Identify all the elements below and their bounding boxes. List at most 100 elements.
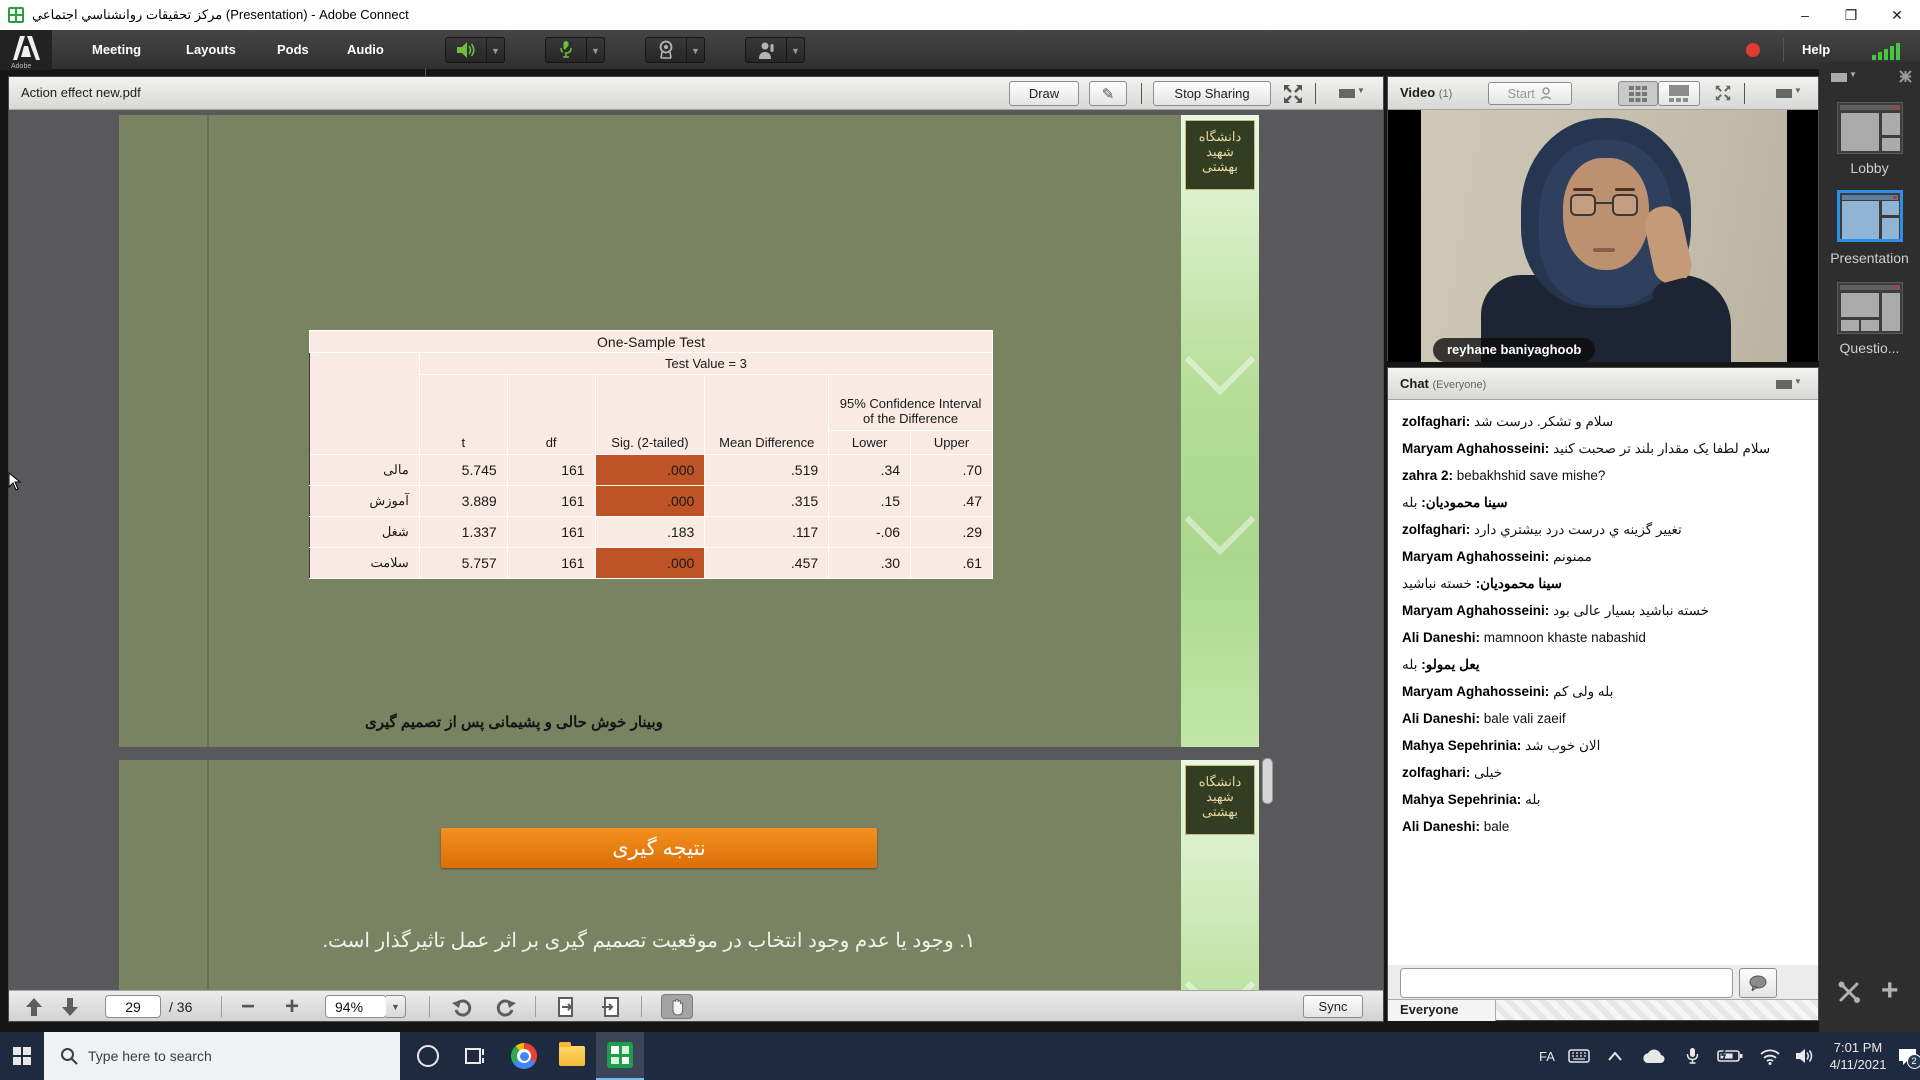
cell-t: 3.889 — [419, 486, 507, 517]
zoom-level-select[interactable]: 94% — [325, 995, 387, 1018]
video-fullscreen-icon[interactable] — [1714, 84, 1732, 107]
chat-input[interactable] — [1400, 968, 1733, 998]
grid-view-button[interactable] — [1618, 81, 1658, 106]
fit-page-button[interactable] — [557, 995, 575, 1018]
university-logo: دانشگاهشهیدبهشتی — [1185, 120, 1255, 190]
chat-message-list[interactable]: zolfaghari: سلام و تشکر. درست شد Maryam A… — [1388, 400, 1818, 965]
presentation-scrollbar[interactable] — [1262, 758, 1273, 804]
action-center-icon[interactable]: 2 — [1894, 1032, 1920, 1080]
stop-sharing-button[interactable]: Stop Sharing — [1153, 81, 1271, 106]
sync-button[interactable]: Sync — [1303, 995, 1363, 1018]
tray-expand-chevron[interactable] — [1600, 1032, 1630, 1080]
chat-pod-title: Chat — [1400, 376, 1429, 391]
chat-message: zolfaghari: تغییر گزینه ي درست درد بیشتر… — [1402, 521, 1804, 538]
pod-menu-icon[interactable]: ▼ — [1339, 86, 1365, 100]
cell-df: 161 — [507, 548, 595, 579]
status-button[interactable] — [745, 37, 787, 63]
chat-sender: سینا محمودیان: — [1421, 495, 1507, 510]
conclusion-line: ۱. وجود یا عدم وجود انتخاب در موقعیت تصم… — [129, 928, 1169, 953]
task-view-icon[interactable] — [452, 1032, 500, 1080]
webcam-button[interactable] — [645, 37, 687, 63]
fullscreen-icon[interactable] — [1283, 84, 1303, 109]
webcam-feed: reyhane baniyaghoob — [1421, 110, 1787, 362]
volume-icon[interactable] — [1788, 1032, 1822, 1080]
menu-pods[interactable]: Pods — [277, 30, 309, 70]
zoom-out-button[interactable]: − — [241, 995, 255, 1018]
chat-message: سینا محمودیان: بله — [1402, 494, 1804, 511]
status-caret[interactable]: ▼ — [787, 37, 805, 63]
start-webcam-button[interactable]: Start — [1488, 82, 1572, 105]
col-header-sig: Sig. (2-tailed) — [595, 375, 705, 455]
tab-everyone[interactable]: Everyone — [1388, 1000, 1496, 1021]
chat-message-text: تغییر گزینه ي درست درد بیشتري دارد — [1470, 522, 1682, 537]
menu-meeting[interactable]: Meeting — [92, 30, 141, 70]
start-button[interactable] — [0, 1032, 44, 1080]
microphone-tray-icon[interactable] — [1676, 1032, 1708, 1080]
speaker-caret[interactable]: ▼ — [487, 37, 505, 63]
taskbar-search[interactable]: Type here to search — [44, 1032, 400, 1080]
add-layout-button[interactable]: + — [1881, 974, 1899, 1008]
mic-button[interactable] — [545, 37, 587, 63]
onedrive-icon[interactable] — [1634, 1032, 1672, 1080]
chat-message: zolfaghari: سلام و تشکر. درست شد — [1402, 413, 1804, 430]
webcam-caret[interactable]: ▼ — [687, 37, 705, 63]
redo-button[interactable] — [495, 995, 517, 1018]
chat-message-text: بله — [1521, 792, 1540, 807]
video-area: reyhane baniyaghoob — [1388, 110, 1818, 362]
chat-message-text: bebakhshid save mishe? — [1453, 468, 1605, 483]
minimize-button[interactable]: – — [1782, 0, 1828, 30]
table-row: شغل1.337161.183.117-.06.29 — [310, 517, 993, 548]
speech-bubble-icon — [1748, 975, 1768, 991]
adobe-connect-app-icon[interactable] — [596, 1032, 644, 1080]
hand-tool-button[interactable] — [661, 994, 693, 1019]
menu-audio[interactable]: Audio — [347, 30, 384, 70]
cell-df: 161 — [507, 517, 595, 548]
sidebar-item-lobby[interactable]: Lobby — [1819, 160, 1920, 176]
taskbar-clock[interactable]: 7:01 PM4/11/2021 — [1820, 1032, 1896, 1080]
language-indicator[interactable]: FA — [1532, 1032, 1562, 1080]
close-button[interactable]: ✕ — [1874, 0, 1920, 30]
layout-questions-thumbnail[interactable] — [1837, 282, 1903, 334]
page-number-input[interactable]: 29 — [105, 995, 161, 1018]
layout-presentation-thumbnail[interactable] — [1837, 190, 1903, 242]
zoom-in-button[interactable]: + — [285, 995, 299, 1018]
layout-lobby-thumbnail[interactable] — [1837, 102, 1903, 154]
connection-signal-icon[interactable] — [1872, 42, 1900, 60]
undo-button[interactable] — [451, 995, 473, 1018]
chrome-icon[interactable] — [500, 1032, 548, 1080]
pen-tool-button[interactable]: ✎ — [1089, 81, 1127, 106]
sidebar-menu-icon[interactable]: ▼ — [1831, 70, 1857, 84]
previous-slide-button[interactable] — [25, 995, 43, 1018]
cell-upper: .70 — [911, 455, 993, 486]
zoom-caret[interactable]: ▼ — [386, 995, 406, 1018]
video-pod-menu-icon[interactable]: ▼ — [1776, 86, 1802, 100]
speaker-button[interactable] — [445, 37, 487, 63]
draw-button[interactable]: Draw — [1009, 81, 1079, 106]
sidebar-dock-icon[interactable] — [1899, 70, 1912, 88]
next-slide-button[interactable] — [61, 995, 79, 1018]
menu-layouts[interactable]: Layouts — [186, 30, 236, 70]
filmstrip-view-button[interactable] — [1658, 81, 1700, 106]
chat-input-row — [1388, 965, 1818, 1001]
sidebar-item-questions[interactable]: Questio... — [1819, 340, 1920, 356]
chat-message: Mahya Sepehrinia: بله — [1402, 791, 1804, 808]
chat-message-text: خسته نباشید بسیار عالی بود — [1549, 603, 1709, 618]
chat-pod-menu-icon[interactable]: ▼ — [1776, 377, 1802, 391]
emoticon-button[interactable] — [1739, 968, 1777, 998]
fit-width-button[interactable] — [601, 995, 621, 1018]
cell-sig: .183 — [595, 517, 705, 548]
keyboard-icon[interactable] — [1562, 1032, 1596, 1080]
file-explorer-icon[interactable] — [548, 1032, 596, 1080]
chat-message: Maryam Aghahosseini: ممنونم — [1402, 548, 1804, 565]
mic-caret[interactable]: ▼ — [587, 37, 605, 63]
host-tools-icon[interactable] — [1837, 980, 1861, 1009]
chat-message: Maryam Aghahosseini: سلام لطفا یک مقدار … — [1402, 440, 1804, 457]
battery-icon[interactable] — [1710, 1032, 1750, 1080]
cortana-icon[interactable] — [404, 1032, 452, 1080]
cell-mean: .519 — [705, 455, 829, 486]
wifi-icon[interactable] — [1752, 1032, 1788, 1080]
sidebar-item-presentation[interactable]: Presentation — [1819, 250, 1920, 266]
presentation-content: دانشگاهشهیدبهشتی One-Sample Test Test Va… — [9, 110, 1383, 991]
chat-message: یعل یمولو: بله — [1402, 656, 1804, 673]
maximize-button[interactable]: ❐ — [1828, 0, 1874, 30]
